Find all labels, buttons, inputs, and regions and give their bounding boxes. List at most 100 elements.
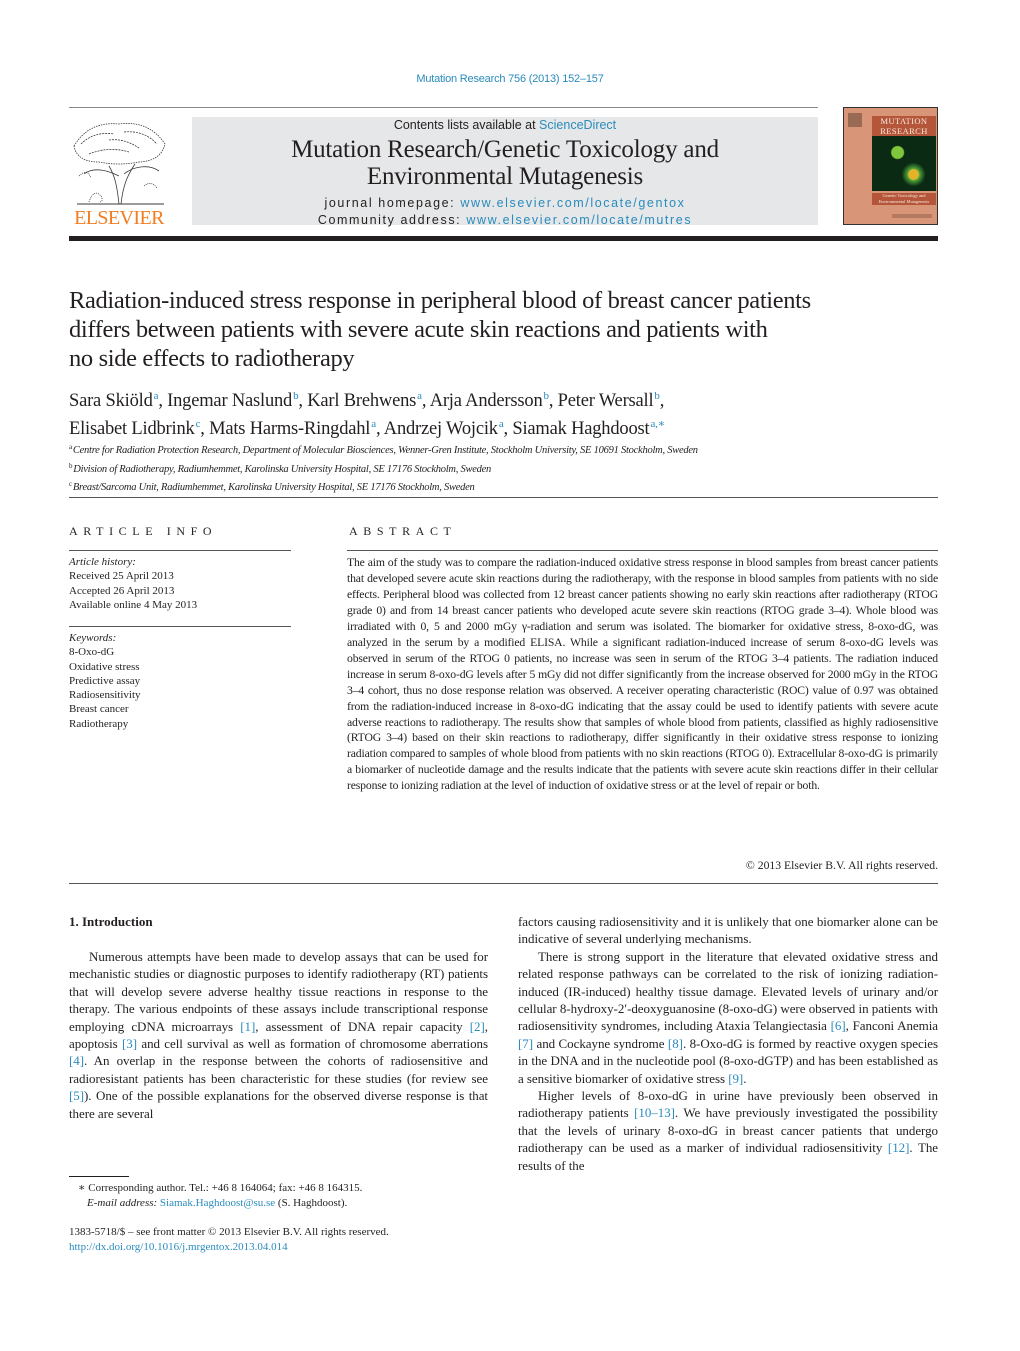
citation-ref-link[interactable]: [12] [888,1140,910,1155]
citation-ref-link[interactable]: [10–13] [634,1105,675,1120]
abstract-copyright: © 2013 Elsevier B.V. All rights reserved… [745,859,938,872]
email-label: E-mail address: [87,1196,160,1209]
author-separator: , [200,419,210,439]
author-name[interactable]: Mats Harms-Ringdahl [209,419,370,439]
contents-prefix: Contents lists available at [393,118,540,132]
community-label: Community address: [317,213,467,227]
cover-title: MUTATION RESEARCH [872,116,936,136]
author-name[interactable]: Sara Skiöld [69,391,153,411]
footnotes: ∗ Corresponding author. Tel.: +46 8 1640… [78,1181,498,1210]
citation-ref-link[interactable]: [5] [69,1088,84,1103]
community-link[interactable]: www.elsevier.com/locate/mutres [466,213,692,227]
affiliations-divider [69,497,938,498]
header-bottom-rule [69,236,938,241]
article-info-heading: ARTICLE INFO [69,524,218,538]
cover-subtitle-line: Environmental Mutagenesis [878,199,930,204]
header-top-rule [69,107,818,108]
keywords-divider [69,626,291,627]
citation-ref-link[interactable]: [7] [518,1036,533,1051]
journal-homepage: journal homepage: www.elsevier.com/locat… [192,195,818,212]
homepage-link[interactable]: www.elsevier.com/locate/gentox [460,196,685,210]
affiliation-text: Division of Radiotherapy, Radiumhemmet, … [73,463,492,475]
paragraph: There is strong support in the literatur… [518,948,938,1086]
cover-title-line: MUTATION [880,116,928,126]
cover-micrograph-image [872,136,936,191]
keyword-item: Radiotherapy [69,717,129,730]
title-line: differs between patients with severe acu… [69,316,768,343]
affiliation-key: a [69,443,72,451]
author-name[interactable]: Karl Brehwens [307,391,416,411]
author-name[interactable]: Andrzej Wojcik [384,419,498,439]
title-line: no side effects to radiotherapy [69,345,355,372]
paragraph: factors causing radiosensitivity and it … [518,914,938,947]
journal-cover-thumbnail[interactable]: MUTATION RESEARCH Genetic Toxicology and… [843,107,938,225]
citation-ref-link[interactable]: [8] [668,1036,683,1051]
cover-subtitle: Genetic Toxicology and Environmental Mut… [872,193,936,205]
author-name[interactable]: Arja Andersson [430,391,543,411]
elsevier-tree-icon [73,123,166,205]
author-name[interactable]: Siamak Haghdoost [512,419,649,439]
author-name[interactable]: Ingemar Naslund [167,391,292,411]
affiliation-item: bDivision of Radiotherapy, Radiumhemmet,… [69,459,949,478]
journal-citation-link[interactable]: Mutation Research 756 (2013) 152–157 [0,73,1020,85]
article-title: Radiation-induced stress response in per… [69,286,949,373]
author-line: Elisabet Lidbrinkc, Mats Harms-Ringdahla… [69,413,949,441]
front-matter: 1383-5718/$ – see front matter © 2013 El… [69,1225,499,1254]
keywords: Keywords: 8-Oxo-dG Oxidative stress Pred… [69,631,291,731]
elsevier-wordmark: ELSEVIER [74,207,164,229]
citation-ref-link[interactable]: [6] [831,1018,846,1033]
sciencedirect-link[interactable]: ScienceDirect [539,118,616,132]
received-date: Received 25 April 2013 [69,570,174,583]
author-list: Sara Skiölda, Ingemar Naslundb, Karl Bre… [69,385,949,441]
citation-ref-link[interactable]: [2] [470,1019,485,1034]
cover-title-line: RESEARCH [880,126,928,136]
citation-ref-link[interactable]: [1] [240,1019,255,1034]
author-name[interactable]: Elisabet Lidbrink [69,419,195,439]
journal-name: Mutation Research/Genetic Toxicology and… [192,136,818,190]
title-line: Radiation-induced stress response in per… [69,287,811,314]
accepted-date: Accepted 26 April 2013 [69,584,175,597]
history-label: Article history: [69,556,136,568]
author-separator: , [158,391,168,411]
article-history: Article history: Received 25 April 2013 … [69,555,291,612]
article-info-divider [69,550,291,551]
abstract-divider [347,550,938,551]
affiliation-key: b [69,461,73,470]
affiliation-sup-link[interactable]: a,∗ [650,418,665,430]
author-name[interactable]: Peter Wersall [558,391,654,411]
affiliation-item: aCentre for Radiation Protection Researc… [69,440,949,459]
affiliations: aCentre for Radiation Protection Researc… [69,440,949,496]
email-link[interactable]: Siamak.Haghdoost@su.se [160,1197,275,1209]
author-separator: , [659,391,665,411]
online-date: Available online 4 May 2013 [69,598,198,611]
contents-line: Contents lists available at ScienceDirec… [192,118,818,132]
abstract-heading: ABSTRACT [349,524,457,538]
paragraph: Numerous attempts have been made to deve… [69,949,488,1121]
body-column-right: factors causing radiosensitivity and it … [518,913,938,1174]
abstract-text: The aim of the study was to compare the … [347,556,938,793]
keywords-label: Keywords: [69,632,117,644]
elsevier-logo[interactable]: ELSEVIER [69,116,169,228]
citation-ref-link[interactable]: [9] [728,1071,743,1086]
doi-link[interactable]: http://dx.doi.org/10.1016/j.mrgentox.201… [69,1241,288,1253]
citation-ref-link[interactable]: [4] [69,1053,84,1068]
corresponding-author-note: ∗ Corresponding author. Tel.: +46 8 1640… [78,1182,363,1194]
journal-name-line: Mutation Research/Genetic Toxicology and [291,136,719,163]
cover-publisher-mark [848,113,862,127]
affiliation-item: cBreast/Sarcoma Unit, Radiumhemmet, Karo… [69,477,949,496]
email-suffix: (S. Haghdoost). [275,1196,348,1209]
keyword-item: Radiosensitivity [69,689,141,702]
homepage-label: journal homepage: [324,196,461,210]
keyword-item: Predictive assay [69,674,141,687]
cover-footer-bar [892,214,932,218]
author-separator: , [375,419,384,439]
citation-ref-link[interactable]: [3] [122,1036,137,1051]
keyword-item: Oxidative stress [69,660,140,673]
author-separator: , [298,391,308,411]
section-heading-introduction: 1. Introduction [69,914,153,929]
paragraph: Higher levels of 8-oxo-dG in urine have … [518,1088,939,1173]
keyword-item: Breast cancer [69,703,129,716]
journal-header-box: Contents lists available at ScienceDirec… [192,117,818,227]
affiliation-text: Centre for Radiation Protection Research… [72,445,698,456]
email-note: E-mail address: Siamak.Haghdoost@su.se (… [78,1196,498,1211]
